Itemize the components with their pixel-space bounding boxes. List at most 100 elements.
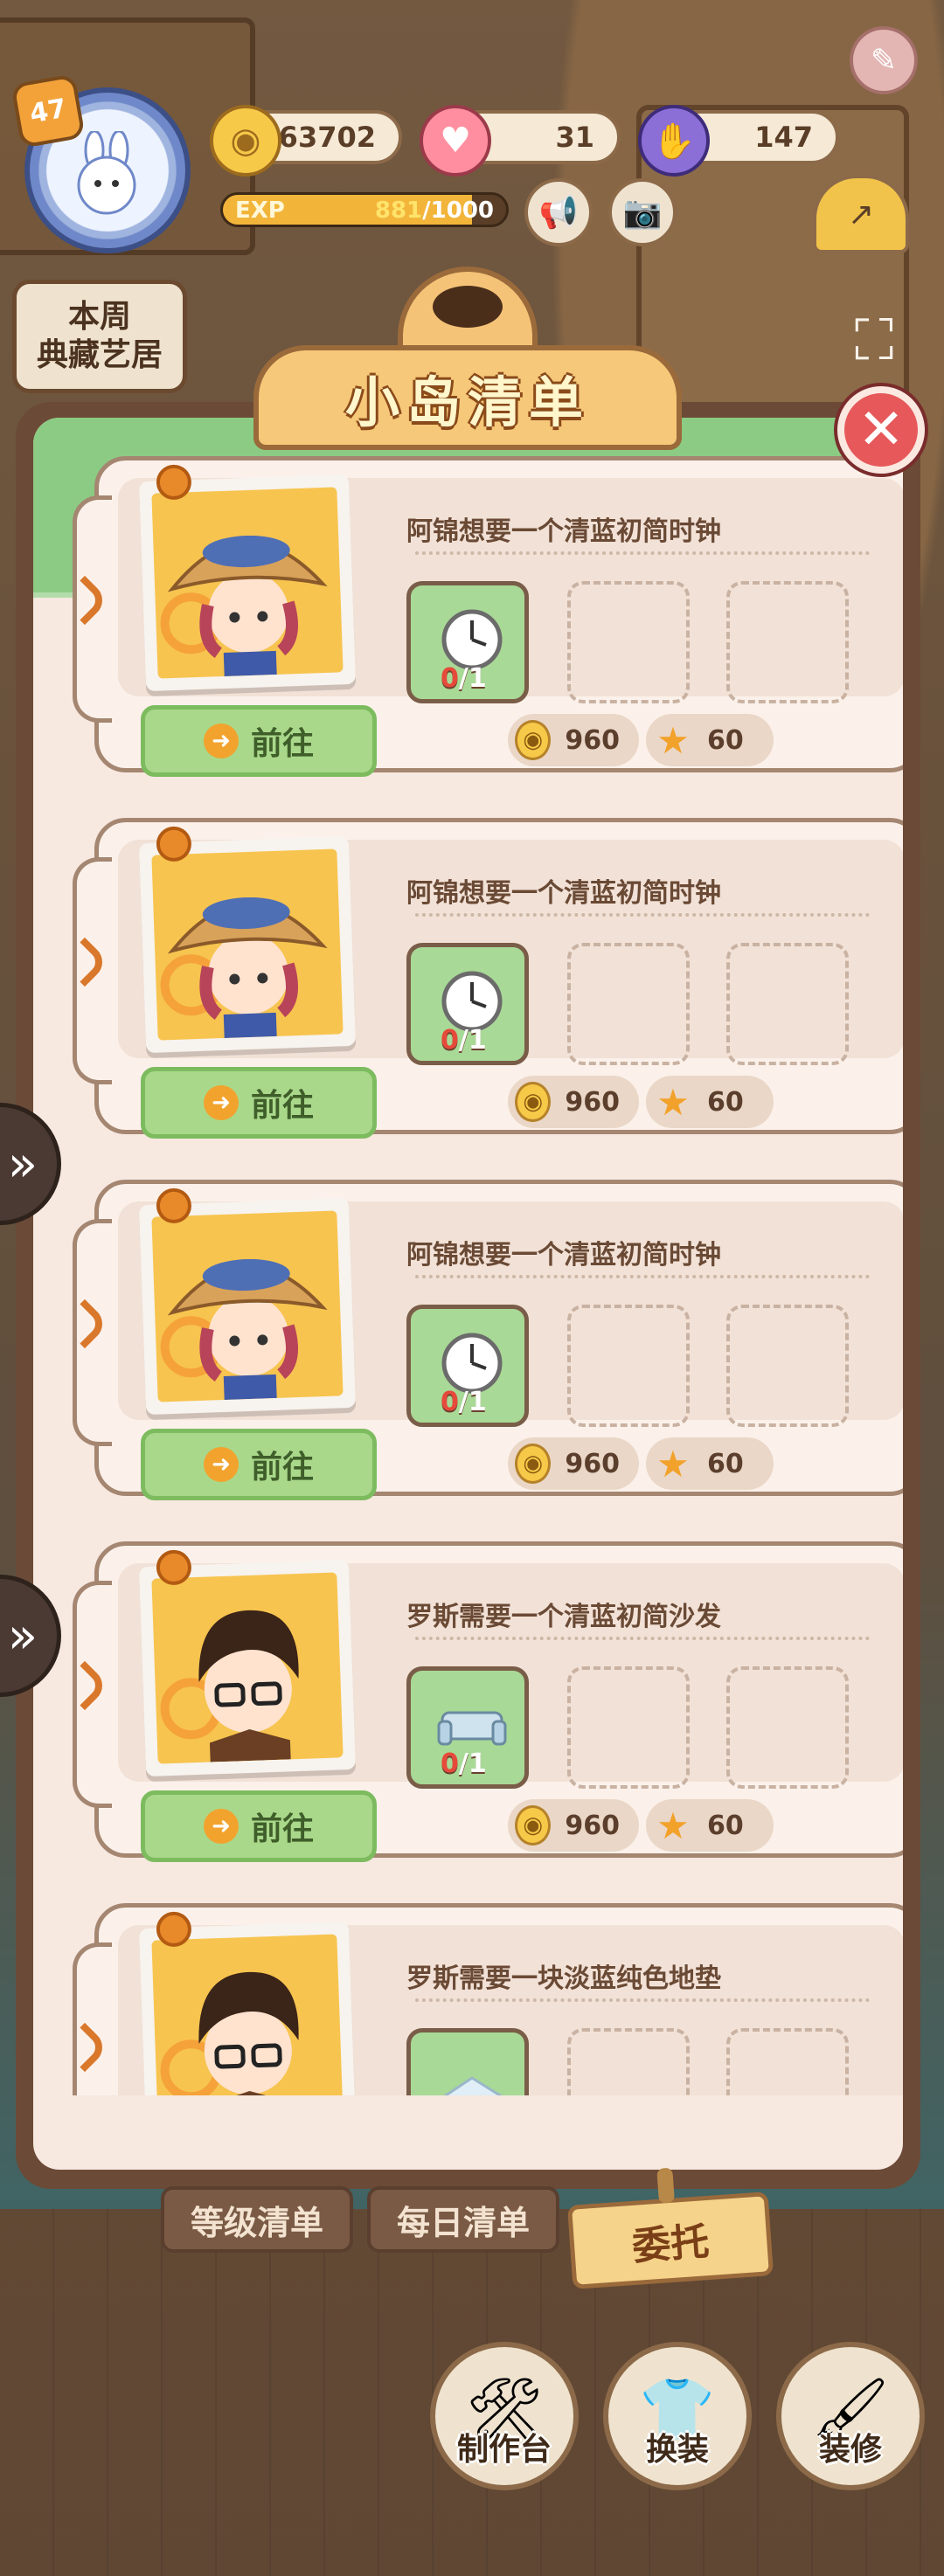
goto-label: 前往 <box>250 1450 314 1485</box>
dotted-divider <box>415 551 870 555</box>
compass-dial-icon: ↗ <box>847 196 875 232</box>
craft-label: 制作台 <box>456 2432 552 2468</box>
announcement-button[interactable]: 📢 <box>524 178 593 246</box>
tab-daily-list[interactable]: 每日清单 <box>367 2186 559 2253</box>
item-count-have: 0 <box>441 1025 459 1056</box>
coin-icon: ◉ <box>515 1082 552 1122</box>
goto-button[interactable]: ➜ 前往 <box>141 1429 377 1500</box>
star-icon: ★ <box>656 1442 690 1485</box>
coin-reward-value: 960 <box>565 1810 620 1841</box>
empty-item-slot <box>726 581 849 703</box>
goto-label: 前往 <box>250 1088 314 1124</box>
decorate-label: 装修 <box>818 2432 882 2468</box>
required-item-slot[interactable] <box>406 2028 529 2095</box>
panel-title-plate: 小岛清单 <box>253 267 682 450</box>
star-icon: ★ <box>656 718 690 762</box>
required-item-slot[interactable]: 0/1 <box>406 943 529 1065</box>
weekly-collection-tag[interactable]: 本周 典藏艺居 <box>12 280 187 393</box>
panel-content: 阿锦想要一个清蓝初简时钟 0/1 ➜ 前往 ◉ 960 ★ 60 阿锦想要一个清蓝初简时钟 0/1… <box>33 418 903 2170</box>
item-count-have: 0 <box>441 1748 459 1779</box>
coin-reward: ◉ 960 <box>508 1799 639 1852</box>
empty-item-slot <box>726 943 849 1065</box>
gem-counter[interactable]: ✋ 147 <box>638 105 839 177</box>
task-description: 罗斯需要一个清蓝初简沙发 <box>406 1602 721 1632</box>
coin-reward-value: 960 <box>565 724 620 756</box>
arrow-right-icon: ➜ <box>203 1085 239 1120</box>
star-reward-value: 60 <box>707 1448 744 1479</box>
required-item-slot[interactable]: 0/1 <box>406 1305 529 1427</box>
item-count-need: /1 <box>458 663 487 694</box>
outfit-label: 换装 <box>645 2432 709 2468</box>
empty-item-slot <box>567 581 690 703</box>
character-face <box>151 1210 344 1402</box>
outfit-button[interactable]: 👕 换装 <box>603 2342 752 2490</box>
fullscreen-icon[interactable]: ⛶ <box>839 306 909 376</box>
dotted-divider <box>415 1998 870 2002</box>
star-reward: ★ 60 <box>646 1076 774 1128</box>
weather-dial-button[interactable]: ↗ <box>813 175 909 253</box>
megaphone-icon: 📢 <box>538 195 579 231</box>
coin-reward-value: 960 <box>565 1448 620 1479</box>
heart-counter[interactable]: ♥ 31 <box>420 105 621 177</box>
weekly-line-1: 本周 <box>67 299 131 335</box>
decorate-button[interactable]: 🖌 装修 <box>776 2342 925 2490</box>
character-face <box>151 1572 344 1764</box>
close-button[interactable]: ✕ <box>837 386 925 474</box>
arrow-right-icon: ➜ <box>203 1447 239 1482</box>
character-face <box>151 487 344 679</box>
goto-label: 前往 <box>250 726 314 762</box>
task-card: 罗斯需要一个清蓝初简沙发 0/1 ➜ 前往 ◉ 960 ★ 60 <box>59 1541 903 1862</box>
edit-button[interactable]: ✎ <box>850 26 918 94</box>
card-inner: 罗斯需要一块淡蓝纯色地垫 <box>118 1911 903 2095</box>
level-badge: 47 <box>10 73 86 149</box>
tab-commission[interactable]: 委托 <box>566 2192 774 2289</box>
double-chevron-right-icon: » <box>7 1607 38 1665</box>
star-reward: ★ 60 <box>646 1799 774 1852</box>
panel-title-text: 小岛清单 <box>344 370 590 434</box>
character-portrait <box>138 1188 357 1416</box>
item-count-need: /1 <box>458 1025 487 1056</box>
empty-item-slot <box>567 1305 690 1427</box>
empty-item-slot <box>726 2028 849 2095</box>
dotted-divider <box>415 1275 870 1278</box>
empty-item-slot <box>567 943 690 1065</box>
required-item-slot[interactable]: 0/1 <box>406 1666 529 1789</box>
goto-button[interactable]: ➜ 前往 <box>141 1067 377 1139</box>
star-reward-value: 60 <box>707 724 744 756</box>
card-side-tab <box>73 1942 112 2095</box>
coin-reward: ◉ 960 <box>508 714 639 766</box>
required-item-slot[interactable]: 0/1 <box>406 581 529 703</box>
item-count-have: 0 <box>441 1387 459 1417</box>
coin-counter[interactable]: ◉ 63702 <box>210 105 402 177</box>
task-card: 阿锦想要一个清蓝初简时钟 0/1 ➜ 前往 ◉ 960 ★ 60 <box>59 1180 903 1500</box>
arrow-right-icon: ➜ <box>203 1809 239 1844</box>
empty-item-slot <box>567 1666 690 1789</box>
item-count: 0/1 <box>441 663 487 694</box>
camera-button[interactable]: 📷 <box>608 178 677 246</box>
coin-icon: ◉ <box>515 1805 552 1845</box>
close-icon: ✕ <box>857 398 905 462</box>
goto-label: 前往 <box>250 1811 314 1847</box>
player-avatar[interactable]: 47 <box>10 73 199 262</box>
craft-station-button[interactable]: 🛠 制作台 <box>430 2342 579 2490</box>
tab-level-list[interactable]: 等级清单 <box>161 2186 353 2253</box>
item-count-need: /1 <box>458 1748 487 1779</box>
camera-icon: 📷 <box>622 195 663 231</box>
card-inner: 罗斯需要一个清蓝初简沙发 0/1 <box>118 1549 903 1789</box>
goto-button[interactable]: ➜ 前往 <box>141 1790 377 1862</box>
task-description: 阿锦想要一个清蓝初简时钟 <box>406 1240 721 1271</box>
card-inner: 阿锦想要一个清蓝初简时钟 0/1 <box>118 464 903 703</box>
task-list[interactable]: 阿锦想要一个清蓝初简时钟 0/1 ➜ 前往 ◉ 960 ★ 60 阿锦想要一个清蓝初简时钟 0/1… <box>33 435 903 2095</box>
heart-value: 31 <box>555 121 594 154</box>
star-reward: ★ 60 <box>646 714 774 766</box>
double-chevron-right-icon: » <box>7 1135 38 1193</box>
goto-button[interactable]: ➜ 前往 <box>141 705 377 777</box>
star-icon: ★ <box>656 1080 690 1124</box>
panel-title: 小岛清单 <box>253 345 682 450</box>
coin-icon: ◉ <box>515 720 552 760</box>
item-count: 0/1 <box>441 1387 487 1417</box>
exp-max: /1000 <box>422 197 494 224</box>
character-face <box>151 848 344 1041</box>
coin-icon: ◉ <box>515 1444 552 1484</box>
task-description: 阿锦想要一个清蓝初简时钟 <box>406 516 721 547</box>
